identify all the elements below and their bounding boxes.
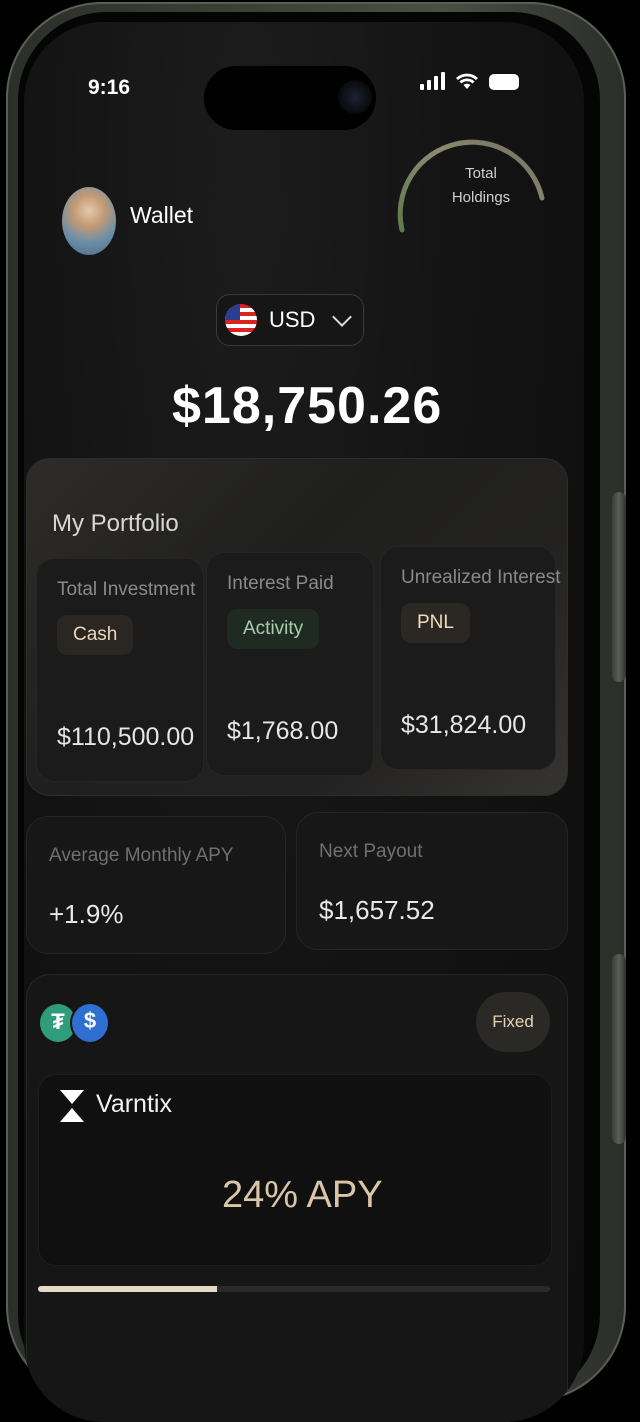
metric-label: Interest Paid: [227, 573, 334, 594]
portfolio-title: My Portfolio: [52, 510, 179, 537]
brand-name: Varntix: [96, 1090, 172, 1118]
action-button: [612, 492, 626, 682]
progress-track: [38, 1286, 550, 1292]
battery-icon: [489, 74, 519, 90]
metric-unrealized-interest[interactable]: Unrealized Interest PNL $31,824.00: [380, 546, 560, 770]
us-flag-icon: [225, 304, 257, 336]
stat-label: Average Monthly APY: [49, 845, 234, 866]
metric-value: $110,500.00: [57, 723, 195, 751]
apy-value: 24% APY: [222, 1174, 383, 1216]
avatar[interactable]: [62, 187, 116, 255]
total-holdings-label: Total Holdings: [436, 162, 526, 210]
next-payout-card[interactable]: Next Payout $1,657.52: [296, 812, 568, 950]
screen: 9:16 Total Holdings Wallet USD $18,750.2…: [24, 22, 584, 1422]
chevron-down-icon: [332, 307, 353, 327]
progress-fill: [38, 1286, 218, 1292]
volume-button: [612, 954, 626, 1144]
stat-value: +1.9%: [49, 899, 124, 929]
status-time: 9:16: [88, 76, 131, 99]
gauge-label-line1: Total: [465, 165, 497, 182]
metric-value: $31,824.00: [401, 711, 527, 739]
fixed-badge[interactable]: Fixed: [476, 992, 550, 1052]
metric-label: Unrealized Interest: [401, 567, 561, 588]
metric-interest-paid[interactable]: Interest Paid Activity $1,768.00: [206, 552, 374, 776]
varntix-logo-icon: [60, 1090, 84, 1122]
total-balance: $18,750.26: [172, 377, 443, 435]
front-camera: [338, 80, 372, 114]
pnl-tag[interactable]: PNL: [401, 603, 470, 643]
currency-selector[interactable]: USD: [216, 294, 364, 346]
stat-label: Next Payout: [319, 841, 423, 862]
stat-value: $1,657.52: [319, 895, 435, 925]
metric-label: Total Investment: [57, 579, 196, 600]
currency-code: USD: [269, 307, 316, 332]
status-icons: [420, 72, 519, 90]
page-title: Wallet: [130, 202, 194, 228]
average-apy-card[interactable]: Average Monthly APY +1.9%: [26, 816, 286, 954]
usdc-coin-icon: $: [70, 1002, 110, 1044]
wifi-icon: [456, 73, 478, 89]
cash-tag[interactable]: Cash: [57, 615, 134, 655]
activity-tag[interactable]: Activity: [227, 609, 320, 649]
signal-icon: [420, 72, 445, 90]
gauge-label-line2: Holdings: [451, 189, 511, 206]
metric-total-investment[interactable]: Total Investment Cash $110,500.00: [36, 558, 204, 782]
metric-value: $1,768.00: [227, 717, 339, 745]
